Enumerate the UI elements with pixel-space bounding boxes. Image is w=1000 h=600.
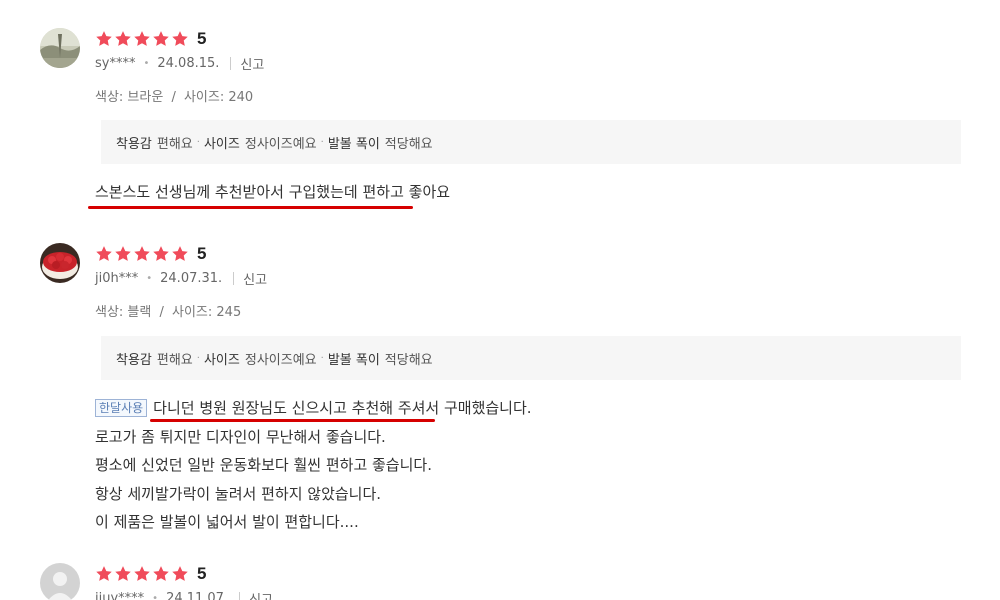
red-underline-annotation <box>88 206 413 209</box>
review-line: 로고가 좀 튀지만 디자인이 무난해서 좋습니다. <box>95 427 386 446</box>
cake-photo-icon <box>40 243 80 283</box>
review-meta: ji0h*** • 24.07.31. 신고 <box>95 269 267 288</box>
review-survey: 착용감 편해요 · 사이즈 정사이즈예요 · 발볼 폭이 적당해요 <box>101 336 961 380</box>
star-icon <box>114 565 132 583</box>
star-icon <box>114 245 132 263</box>
meta-divider <box>239 592 241 600</box>
review-line: 스본스도 선생님께 추천받아서 구입했는데 편하고 좋아요 <box>95 183 451 201</box>
red-underline-annotation <box>150 419 435 422</box>
review-date: 24.08.15. <box>157 56 220 71</box>
survey-question: 발볼 폭이 <box>327 352 380 368</box>
option-size: 사이즈: 240 <box>183 90 254 105</box>
reviewer-id: jiuy**** <box>95 591 145 600</box>
default-profile-icon <box>40 563 80 600</box>
star-icon <box>95 30 113 48</box>
report-button[interactable]: 신고 <box>240 54 264 73</box>
meta-divider <box>230 57 232 70</box>
survey-question: 착용감 <box>116 136 152 152</box>
survey-answer: 정사이즈예요 <box>244 136 317 152</box>
review-text[interactable]: 한달사용 다니던 병원 원장님도 신으시고 추천해 주셔서 구매했습니다. 로고가… <box>95 394 532 537</box>
survey-dot: · <box>196 352 200 364</box>
review-line: 평소에 신었던 일반 운동화보다 훨씬 편하고 좋습니다. <box>95 456 432 474</box>
option-color: 색상: 블랙 <box>95 305 152 320</box>
review-line: 이 제품은 발볼이 넓어서 발이 편합니다.... <box>95 513 359 531</box>
star-rating: 5 <box>95 28 206 50</box>
purchase-option: 색상: 브라운 / 사이즈: 240 <box>95 90 254 105</box>
review-meta: sy**** • 24.08.15. 신고 <box>95 54 264 73</box>
survey-dot: · <box>196 136 200 148</box>
review-meta: jiuy**** • 24.11.07. 신고 <box>95 589 273 600</box>
reviewer-id: ji0h*** <box>95 271 139 286</box>
review-date: 24.07.31. <box>160 271 223 286</box>
survey-question: 사이즈 <box>203 352 240 368</box>
star-icon <box>171 245 189 263</box>
survey-answer: 적당해요 <box>384 136 433 152</box>
meta-divider <box>233 272 235 285</box>
option-size: 사이즈: 245 <box>172 305 242 320</box>
star-icon <box>171 565 189 583</box>
review-date: 24.11.07. <box>166 591 229 600</box>
reviewer-avatar[interactable] <box>40 243 80 283</box>
report-button[interactable]: 신고 <box>243 269 267 288</box>
star-icon <box>171 30 189 48</box>
survey-question: 착용감 <box>116 352 152 368</box>
review-survey: 착용감 편해요 · 사이즈 정사이즈예요 · 발볼 폭이 적당해요 <box>101 120 961 164</box>
rating-score: 5 <box>197 564 207 583</box>
meta-dot: • <box>152 593 159 600</box>
reviewer-avatar[interactable] <box>40 563 80 600</box>
purchase-option: 색상: 블랙 / 사이즈: 245 <box>95 305 242 320</box>
review-text[interactable]: 스본스도 선생님께 추천받아서 구입했는데 편하고 좋아요 <box>95 178 450 207</box>
reviewer-avatar[interactable] <box>40 28 80 68</box>
landscape-photo-icon <box>40 28 80 68</box>
star-icon <box>114 30 132 48</box>
star-icon <box>95 245 113 263</box>
meta-dot: • <box>143 58 150 69</box>
reviewer-id: sy**** <box>95 56 136 71</box>
star-icon <box>133 30 151 48</box>
survey-answer: 편해요 <box>156 352 193 368</box>
survey-question: 발볼 폭이 <box>327 136 380 152</box>
option-color: 색상: 브라운 <box>95 90 164 105</box>
star-icon <box>152 565 170 583</box>
survey-answer: 정사이즈예요 <box>244 352 317 368</box>
usage-period-badge: 한달사용 <box>95 399 148 417</box>
review-line-text: 다니던 병원 원장님도 신으시고 추천해 주셔서 구매했습니다. <box>153 399 532 417</box>
star-rating: 5 <box>95 243 206 265</box>
survey-answer: 적당해요 <box>384 352 433 368</box>
survey-answer: 편해요 <box>156 136 193 152</box>
rating-score: 5 <box>197 244 207 263</box>
survey-dot: · <box>320 136 324 148</box>
report-button[interactable]: 신고 <box>249 589 273 600</box>
survey-question: 사이즈 <box>203 136 240 152</box>
star-icon <box>152 30 170 48</box>
meta-dot: • <box>146 273 153 284</box>
survey-dot: · <box>320 352 324 364</box>
review-line: 항상 세끼발가락이 눌려서 편하지 않았습니다. <box>95 484 382 503</box>
star-rating: 5 <box>95 563 206 585</box>
star-icon <box>95 565 113 583</box>
rating-score: 5 <box>197 29 207 48</box>
star-icon <box>133 565 151 583</box>
star-icon <box>152 245 170 263</box>
star-icon <box>133 245 151 263</box>
